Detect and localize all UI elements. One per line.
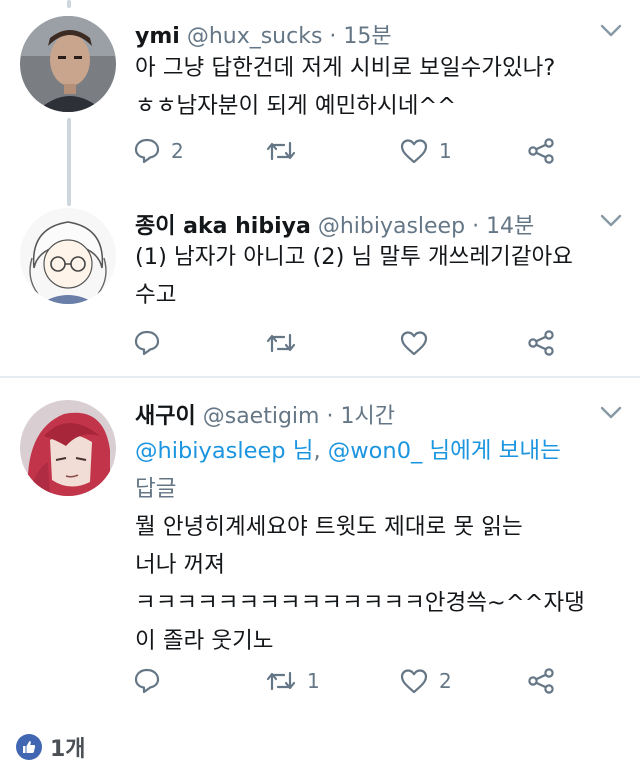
avatar-hibiya[interactable]: [20, 208, 116, 304]
retweet-count: 1: [307, 669, 320, 693]
reply-button[interactable]: [133, 326, 171, 360]
reply-button[interactable]: [133, 664, 171, 698]
retweet-icon: [266, 671, 296, 691]
like-count: 2: [439, 669, 452, 693]
tweet-header: 새구이 @saetigim · 1시간: [135, 398, 395, 430]
tweet-2[interactable]: 종이 aka hibiya @hibiyasleep · 14분 (1) 남자가…: [0, 200, 640, 376]
tweet-actions: 1 2: [133, 664, 573, 698]
chevron-down-icon[interactable]: [600, 406, 622, 420]
tweet-line: 수고: [135, 282, 177, 308]
reply-button[interactable]: 2: [133, 134, 184, 168]
timestamp[interactable]: 1시간: [340, 404, 394, 429]
timestamp[interactable]: 15분: [343, 24, 391, 49]
reply-icon: [134, 138, 160, 164]
mention-link[interactable]: @won0_ 님에게 보내는: [328, 438, 561, 464]
reply-count: 2: [171, 139, 184, 163]
tweet-line: ㅎㅎ남자분이 되게 예민하시네^^: [135, 93, 457, 119]
retweet-button[interactable]: [265, 326, 307, 360]
user-handle[interactable]: @hibiyasleep: [318, 214, 465, 239]
tweet-1[interactable]: ymi @hux_sucks · 15분 아 그냥 답한건데 저게 시비로 보일…: [0, 0, 640, 200]
retweet-icon: [266, 333, 296, 353]
tweet-actions: 2 1: [133, 134, 573, 168]
separator-dot: ·: [329, 24, 337, 49]
user-handle[interactable]: @saetigim: [203, 404, 320, 429]
display-name[interactable]: 종이 aka hibiya: [135, 214, 311, 239]
reaction-summary[interactable]: 1개: [16, 731, 86, 763]
reaction-count: 1개: [50, 737, 86, 762]
mention-link[interactable]: @hibiyasleep 님: [135, 438, 313, 464]
display-name[interactable]: ymi: [135, 24, 180, 49]
share-icon: [528, 668, 554, 694]
timestamp[interactable]: 14분: [486, 214, 534, 239]
avatar-ymi[interactable]: [20, 16, 116, 112]
mention-separator: ,: [313, 438, 328, 464]
reply-icon: [134, 668, 160, 694]
separator-dot: ·: [472, 214, 480, 239]
user-handle[interactable]: @hux_sucks: [187, 24, 323, 49]
heart-icon: [400, 139, 428, 164]
retweet-button[interactable]: [265, 134, 307, 168]
like-button[interactable]: 2: [399, 664, 452, 698]
tweet-text: 뭘 안녕히계세요야 트윗도 제대로 못 읽는 너나 꺼져 ㅋㅋㅋㅋㅋㅋㅋㅋㅋㅋㅋ…: [135, 508, 585, 660]
tweet-text: 아 그냥 답한건데 저게 시비로 보일수가있나? ㅎㅎ남자분이 되게 예민하시네…: [135, 49, 555, 125]
tweet-line: 이 졸라 웃기노: [135, 628, 274, 654]
share-icon: [528, 330, 554, 356]
share-button[interactable]: [526, 134, 556, 168]
separator-dot: ·: [326, 404, 334, 429]
like-count: 1: [439, 139, 452, 163]
tweet-line: 뭘 안녕히계세요야 트윗도 제대로 못 읽는: [135, 514, 523, 540]
avatar-saetigim[interactable]: [20, 400, 116, 496]
like-button[interactable]: [399, 326, 439, 360]
tweet-3[interactable]: 새구이 @saetigim · 1시간 @hibiyasleep 님, @won…: [0, 378, 640, 708]
share-button[interactable]: [526, 664, 556, 698]
retweet-button[interactable]: 1: [265, 664, 320, 698]
tweet-header: ymi @hux_sucks · 15분: [135, 18, 392, 50]
share-button[interactable]: [526, 326, 556, 360]
tweet-actions: [133, 326, 573, 360]
thumbs-up-icon: [16, 734, 42, 760]
tweet-line: (1) 남자가 아니고 (2) 님 말투 개쓰레기같아요: [135, 244, 573, 270]
tweet-line: ㅋㅋㅋㅋㅋㅋㅋㅋㅋㅋㅋㅋㅋㅋ안경쓱~^^자댕: [135, 590, 585, 616]
tweet-header: 종이 aka hibiya @hibiyasleep · 14분: [135, 208, 534, 240]
display-name[interactable]: 새구이: [135, 404, 196, 429]
tweet-text: (1) 남자가 아니고 (2) 님 말투 개쓰레기같아요 수고: [135, 238, 573, 314]
share-icon: [528, 138, 554, 164]
heart-icon: [400, 669, 428, 694]
tweet-line: 아 그냥 답한건데 저게 시비로 보일수가있나?: [135, 55, 556, 81]
chevron-down-icon[interactable]: [600, 214, 622, 228]
chevron-down-icon[interactable]: [600, 24, 622, 38]
reply-context: @hibiyasleep 님, @won0_ 님에게 보내는 답글: [135, 432, 561, 508]
reply-context-tail: 답글: [135, 476, 177, 502]
reply-icon: [134, 330, 160, 356]
heart-icon: [400, 331, 428, 356]
retweet-icon: [266, 141, 296, 161]
like-button[interactable]: 1: [399, 134, 452, 168]
tweet-line: 너나 꺼져: [135, 552, 225, 578]
